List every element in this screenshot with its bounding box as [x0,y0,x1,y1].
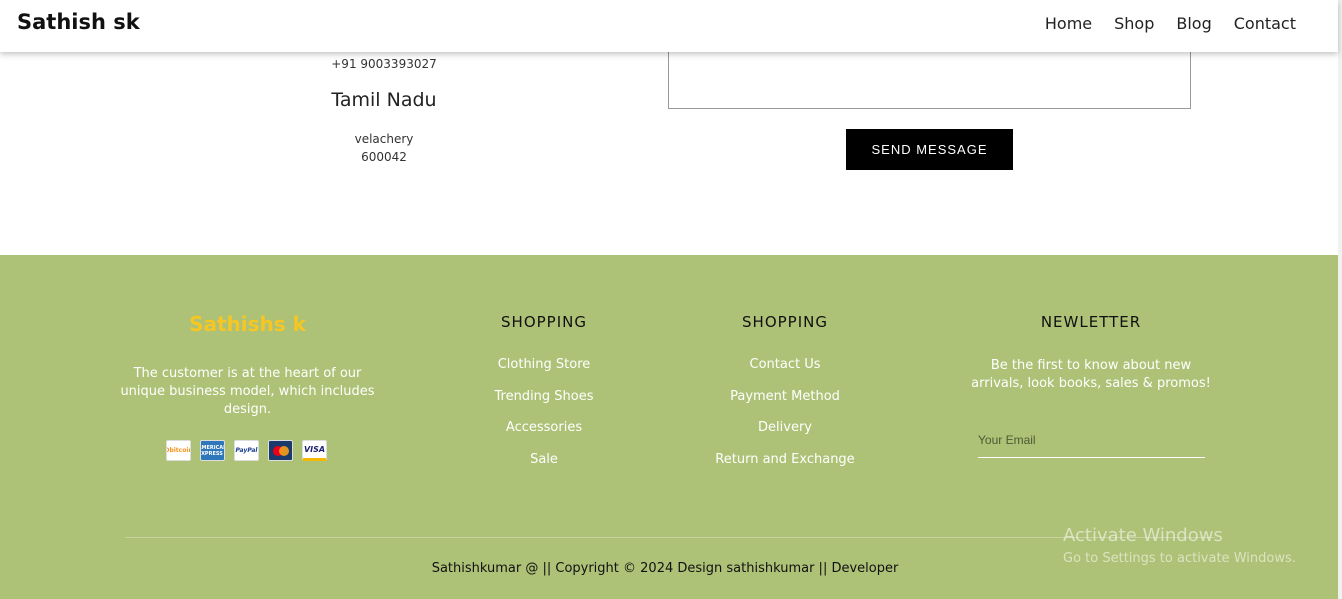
send-message-button[interactable]: SEND MESSAGE [846,129,1013,170]
main-nav: Home Shop Blog Contact [1045,14,1296,33]
footer-link-return-exchange[interactable]: Return and Exchange [685,452,885,484]
contact-zip: 600042 [361,150,407,164]
footer-col2-title: SHOPPING [742,313,828,331]
footer-brand: Sathishs k [189,312,306,336]
nav-shop-link[interactable]: Shop [1114,14,1154,33]
footer-link-payment-method[interactable]: Payment Method [685,389,885,421]
footer-col1-title: SHOPPING [501,313,587,331]
footer-link-sale[interactable]: Sale [444,452,644,484]
watermark-line2: Go to Settings to activate Windows. [1063,551,1296,566]
nav-contact-link[interactable]: Contact [1234,14,1296,33]
windows-activation-watermark: Activate Windows Go to Settings to activ… [1063,525,1296,566]
page-scrollbar[interactable] [1338,0,1342,599]
american-express-icon: AMERICAN EXPRESS [200,440,225,461]
contact-phone: +91 9003393027 [331,57,437,71]
contact-street: velachery [354,132,414,146]
footer-link-delivery[interactable]: Delivery [685,420,885,452]
newsletter-email-input[interactable] [978,422,1205,458]
nav-home-link[interactable]: Home [1045,14,1092,33]
top-navbar: Sathish sk Home Shop Blog Contact [0,0,1338,52]
site-footer: Sathishs k The customer is at the heart … [0,255,1338,599]
site-logo[interactable]: Sathish sk [17,10,140,34]
contact-state-heading: Tamil Nadu [331,89,437,111]
footer-link-clothing-store[interactable]: Clothing Store [444,357,644,389]
bitcoin-icon: Obitcoin [166,440,191,461]
newsletter-title: NEWLETTER [1040,313,1142,331]
footer-col1-links: Clothing Store Trending Shoes Accessorie… [444,357,644,483]
paypal-icon: PayPal [234,440,259,461]
visa-icon: VISA [302,440,327,461]
nav-blog-link[interactable]: Blog [1176,14,1211,33]
payment-methods: Obitcoin AMERICAN EXPRESS PayPal VISA [166,440,327,461]
footer-link-accessories[interactable]: Accessories [444,420,644,452]
footer-copyright: Sathishkumar @ || Copyright © 2024 Desig… [431,561,899,576]
footer-divider [125,537,1215,538]
newsletter-text: Be the first to know about new arrivals,… [971,358,1211,391]
footer-link-contact-us[interactable]: Contact Us [685,357,885,389]
footer-col2-links: Contact Us Payment Method Delivery Retur… [685,357,885,483]
mastercard-icon [268,440,293,461]
watermark-line1: Activate Windows [1063,525,1223,546]
footer-link-trending-shoes[interactable]: Trending Shoes [444,389,644,421]
footer-about-text: The customer is at the heart of our uniq… [120,366,375,417]
